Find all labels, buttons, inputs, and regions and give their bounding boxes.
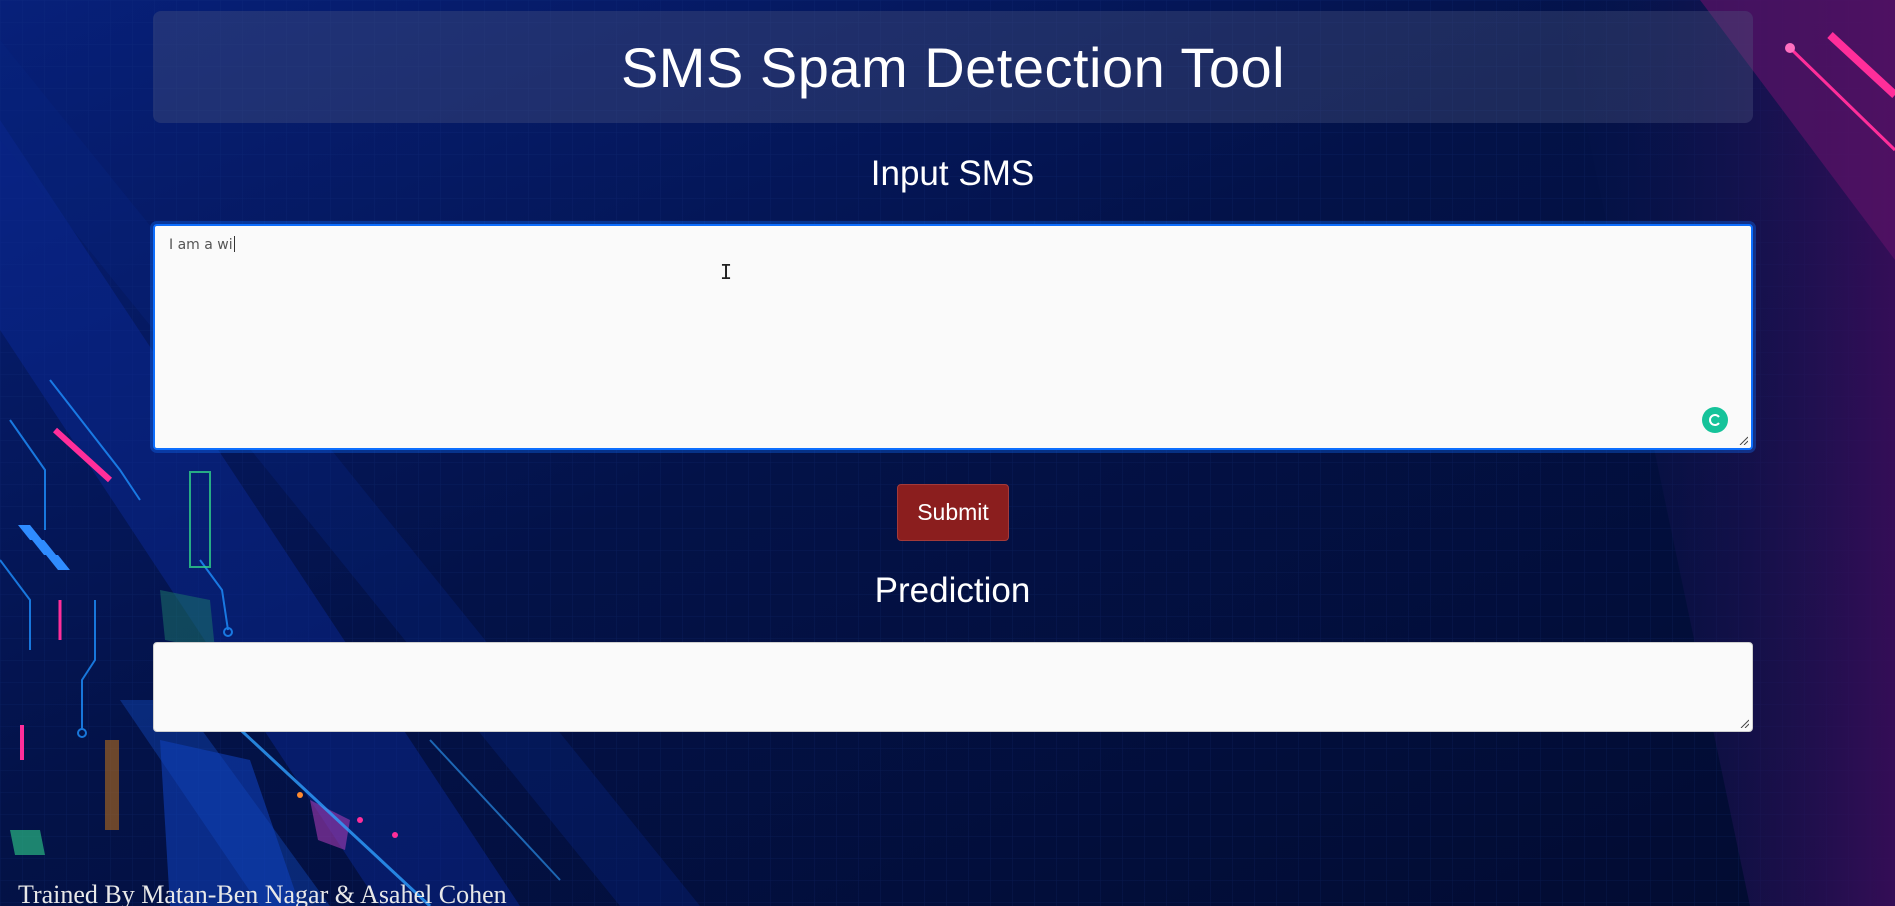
input-sms-heading: Input SMS: [870, 154, 1035, 193]
text-cursor-icon: I: [720, 260, 733, 284]
prediction-output-textarea[interactable]: [153, 642, 1753, 732]
footer-credit: Trained By Matan-Ben Nagar & Asahel Cohe…: [18, 880, 507, 906]
resize-handle-icon[interactable]: [1739, 718, 1749, 728]
page-title: SMS Spam Detection Tool: [620, 35, 1286, 99]
submit-button[interactable]: Submit: [897, 484, 1009, 541]
text-caret: [233, 236, 235, 252]
sms-input-value: I am a wi: [169, 237, 233, 253]
sms-input-textarea[interactable]: I am a wi: [153, 224, 1753, 450]
resize-handle-icon[interactable]: [1738, 435, 1748, 445]
prediction-heading: Prediction: [874, 571, 1031, 610]
page-header: SMS Spam Detection Tool: [153, 11, 1753, 123]
circuit-background: [0, 0, 1895, 906]
grammarly-icon[interactable]: [1702, 407, 1728, 433]
